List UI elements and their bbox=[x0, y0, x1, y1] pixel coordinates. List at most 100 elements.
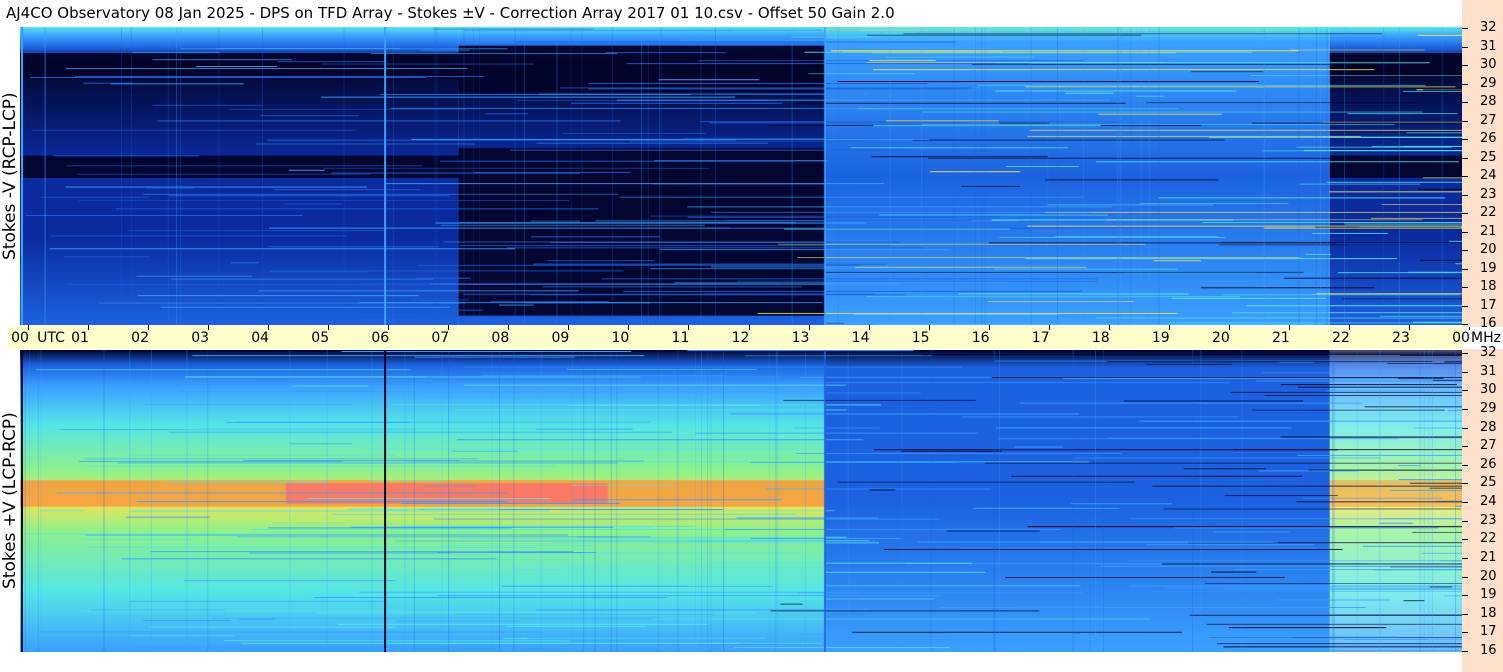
frequency-unit-label: MHz bbox=[1471, 330, 1501, 346]
rfi-line bbox=[797, 382, 1231, 384]
vertical-streak bbox=[994, 350, 996, 652]
rfi-line bbox=[1107, 361, 1433, 363]
frequency-tick-label: 21 bbox=[1480, 223, 1497, 239]
time-tick-label: 00 bbox=[11, 330, 29, 346]
rfi-line bbox=[725, 220, 972, 222]
rfi-line bbox=[1263, 227, 1462, 229]
vertical-streak bbox=[29, 350, 31, 652]
rfi-line bbox=[284, 203, 342, 205]
rfi-line bbox=[602, 278, 1099, 280]
frequency-tick-label: 18 bbox=[1480, 605, 1497, 621]
rfi-line bbox=[191, 309, 484, 311]
rfi-line bbox=[922, 111, 1423, 113]
rfi-line bbox=[1005, 576, 1285, 578]
rfi-line bbox=[1223, 646, 1462, 648]
rfi-line bbox=[939, 606, 1366, 608]
time-tick-label: 16 bbox=[971, 330, 990, 346]
rfi-line bbox=[1200, 287, 1375, 289]
rfi-line bbox=[737, 280, 1098, 282]
spectrogram-stokes-plus-v bbox=[20, 350, 1462, 652]
frequency-tick-mark bbox=[1462, 390, 1468, 392]
rfi-line bbox=[1413, 321, 1462, 323]
time-tick-label: 19 bbox=[1151, 330, 1170, 346]
frequency-tick-mark bbox=[1462, 139, 1468, 140]
vertical-streak bbox=[186, 350, 188, 652]
rfi-line bbox=[1210, 571, 1257, 573]
rfi-line bbox=[464, 29, 734, 31]
rfi-line bbox=[571, 484, 675, 486]
frequency-tick-mark bbox=[1462, 157, 1468, 159]
rfi-line bbox=[1145, 632, 1199, 634]
time-tick-label: 18 bbox=[1091, 330, 1110, 346]
time-tick-label: 09 bbox=[551, 330, 570, 346]
frequency-tick-label: 16 bbox=[1480, 316, 1497, 331]
rfi-line bbox=[25, 214, 303, 216]
vertical-streak bbox=[707, 350, 709, 652]
vertical-streak bbox=[434, 27, 436, 325]
rfi-line bbox=[142, 46, 449, 48]
rfi-line bbox=[565, 567, 821, 569]
rfi-line bbox=[40, 196, 149, 198]
rfi-line bbox=[416, 277, 471, 279]
vertical-streak bbox=[647, 27, 649, 325]
rfi-line bbox=[30, 77, 427, 79]
frequency-tick-label: 26 bbox=[1480, 131, 1497, 146]
frequency-tick-label: 20 bbox=[1480, 242, 1497, 257]
rfi-line bbox=[650, 215, 1004, 217]
vertical-streak bbox=[677, 350, 679, 652]
rfi-line bbox=[236, 536, 616, 538]
frequency-tick-label: 18 bbox=[1480, 279, 1497, 294]
vertical-streak bbox=[121, 27, 123, 325]
rfi-line bbox=[332, 513, 797, 515]
time-tick-mark bbox=[1048, 325, 1050, 330]
rfi-line bbox=[490, 301, 609, 303]
rfi-line bbox=[729, 413, 1080, 415]
rfi-line bbox=[921, 354, 1326, 356]
time-tick-label: 06 bbox=[371, 330, 390, 346]
frequency-tick-label: 22 bbox=[1480, 205, 1497, 220]
rfi-line bbox=[918, 541, 1275, 543]
time-tick-mark bbox=[268, 325, 270, 330]
rfi-line bbox=[321, 96, 736, 98]
vertical-streak bbox=[40, 350, 42, 652]
vertical-streak bbox=[180, 27, 182, 325]
time-tick-label: 14 bbox=[851, 330, 870, 346]
rfi-line bbox=[1322, 121, 1462, 123]
rfi-line bbox=[268, 246, 439, 248]
vertical-streak bbox=[44, 27, 46, 325]
rfi-line bbox=[435, 222, 867, 224]
vertical-streak bbox=[700, 27, 702, 325]
rfi-line bbox=[1231, 312, 1462, 314]
rfi-line bbox=[582, 552, 801, 554]
rfi-line bbox=[1162, 563, 1462, 565]
vertical-streak bbox=[448, 350, 450, 652]
frequency-tick-label: 22 bbox=[1480, 531, 1497, 547]
vertical-streak bbox=[999, 350, 1001, 652]
frequency-tick-label: 31 bbox=[1480, 38, 1497, 54]
rfi-line bbox=[365, 448, 800, 450]
rfi-line bbox=[50, 235, 348, 237]
rfi-line bbox=[118, 434, 149, 436]
frequency-tick-mark bbox=[1462, 595, 1468, 597]
frequency-tick-mark bbox=[1462, 576, 1468, 578]
rfi-line bbox=[605, 52, 726, 54]
rfi-line bbox=[31, 129, 356, 131]
vertical-streak bbox=[1140, 27, 1142, 325]
time-tick-mark bbox=[388, 325, 390, 330]
rfi-line bbox=[1280, 436, 1462, 438]
rfi-line bbox=[531, 236, 661, 238]
rfi-line bbox=[1432, 379, 1462, 381]
rfi-line bbox=[150, 551, 574, 553]
frequency-tick-label: 26 bbox=[1480, 456, 1497, 472]
time-tick-label: 15 bbox=[911, 330, 930, 346]
frequency-tick-mark bbox=[1462, 305, 1468, 307]
rfi-line bbox=[623, 290, 1082, 292]
rfi-line bbox=[157, 120, 621, 122]
rfi-line bbox=[115, 208, 599, 210]
frequency-axis-bottom: 32 31 30 29 28 27 26 25 24 23 22 21 20 19 18 17 16 bbox=[1462, 346, 1503, 672]
time-tick-label: 21 bbox=[1271, 330, 1290, 346]
frequency-tick-mark bbox=[1462, 46, 1468, 48]
rfi-line bbox=[711, 562, 972, 564]
rfi-line bbox=[571, 499, 782, 501]
rfi-line bbox=[873, 324, 1323, 325]
